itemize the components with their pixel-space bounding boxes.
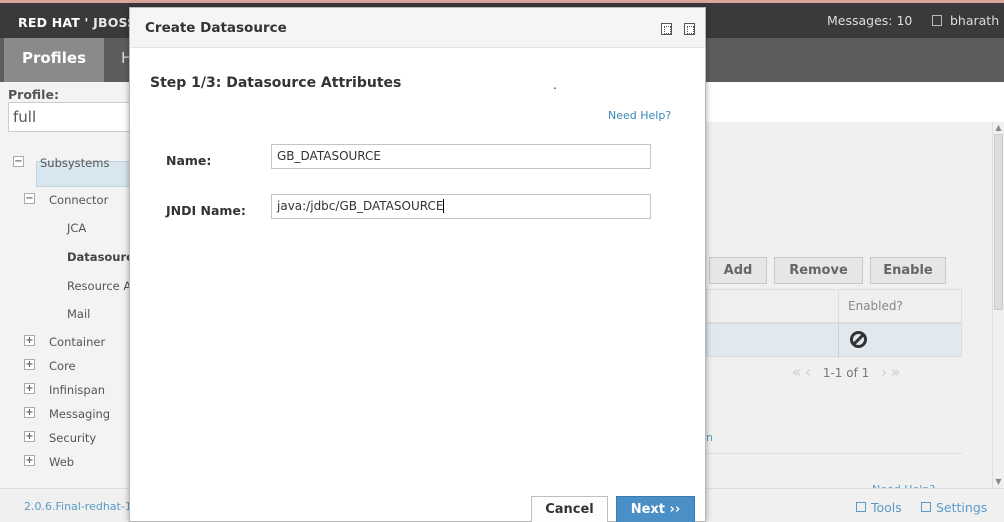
- messages-link[interactable]: Messages: 10: [827, 13, 912, 28]
- disabled-icon: [850, 331, 867, 348]
- divider: [706, 453, 962, 454]
- text-cursor: [443, 199, 445, 213]
- tree-item-resource-adapters[interactable]: Resource Ad: [67, 276, 138, 296]
- expand-icon[interactable]: +: [24, 383, 35, 394]
- next-button[interactable]: Next ››: [616, 496, 695, 522]
- profile-select[interactable]: full: [8, 102, 132, 132]
- expand-icon[interactable]: +: [24, 407, 35, 418]
- scroll-up-icon[interactable]: ▲: [994, 123, 1003, 133]
- scrollbar[interactable]: ▲ ▼: [992, 122, 1004, 488]
- background-link[interactable]: n: [706, 431, 713, 444]
- expand-icon[interactable]: +: [24, 431, 35, 442]
- add-button[interactable]: Add: [709, 257, 767, 284]
- settings-icon: [921, 502, 931, 512]
- name-field-value: GB_DATASOURCE: [277, 149, 381, 163]
- enable-button[interactable]: Enable: [870, 257, 946, 284]
- tree-item-connector[interactable]: Connector: [49, 190, 108, 210]
- tree-item-security[interactable]: Security: [49, 428, 96, 448]
- column-divider: [838, 290, 839, 324]
- cancel-button[interactable]: Cancel: [531, 496, 608, 522]
- profile-label: Profile:: [8, 87, 59, 102]
- table-row[interactable]: [706, 323, 962, 358]
- dialog-header[interactable]: Create Datasource: [130, 8, 705, 48]
- tree-item-web[interactable]: Web: [49, 452, 74, 472]
- collapse-icon[interactable]: −: [13, 156, 24, 167]
- create-datasource-dialog: Create Datasource Step 1/3: Datasource A…: [129, 7, 706, 522]
- tree-item-container[interactable]: Container: [49, 332, 105, 352]
- column-enabled[interactable]: Enabled?: [848, 299, 903, 313]
- tree-item-messaging[interactable]: Messaging: [49, 404, 110, 424]
- close-icon[interactable]: [684, 23, 695, 35]
- jndi-name-field[interactable]: java:/jdbc/GB_DATASOURCE: [271, 194, 651, 219]
- name-label: Name:: [166, 153, 212, 168]
- settings-link[interactable]: Settings: [921, 500, 987, 515]
- expand-icon[interactable]: +: [24, 335, 35, 346]
- brand-logo: RED HAT ' JBOSS: [18, 15, 137, 30]
- tree-item-subsystems[interactable]: Subsystems: [40, 153, 109, 173]
- name-field[interactable]: GB_DATASOURCE: [271, 144, 651, 169]
- stray-dot: .: [553, 78, 557, 92]
- user-name: bharath: [949, 13, 1000, 28]
- content-area: [706, 82, 1004, 488]
- dialog-title: Create Datasource: [145, 20, 287, 36]
- remove-button[interactable]: Remove: [774, 257, 863, 284]
- maximize-icon[interactable]: [661, 23, 672, 35]
- tools-icon: [856, 502, 866, 512]
- tab-profiles[interactable]: Profiles: [4, 38, 104, 82]
- tree-item-core[interactable]: Core: [49, 356, 76, 376]
- user-icon: [932, 15, 942, 26]
- table-header: Enabled?: [706, 289, 962, 324]
- expand-icon[interactable]: +: [24, 359, 35, 370]
- last-page-icon[interactable]: »: [891, 363, 900, 381]
- tools-label: Tools: [871, 500, 902, 515]
- tree-item-infinispan[interactable]: Infinispan: [49, 380, 105, 400]
- prev-page-icon[interactable]: ‹: [805, 363, 811, 381]
- settings-label: Settings: [936, 500, 988, 515]
- scroll-down-icon[interactable]: ▼: [994, 477, 1003, 487]
- jndi-name-label: JNDI Name:: [166, 203, 246, 218]
- pager: « ‹ 1-1 of 1 › »: [792, 363, 900, 381]
- column-divider: [838, 324, 839, 358]
- jndi-name-field-value: java:/jdbc/GB_DATASOURCE: [277, 199, 444, 213]
- pager-count: 1-1 of 1: [822, 366, 870, 380]
- tools-link[interactable]: Tools: [856, 500, 902, 515]
- next-page-icon[interactable]: ›: [881, 363, 887, 381]
- tree-item-jca[interactable]: JCA: [67, 218, 86, 238]
- tree-item-mail[interactable]: Mail: [67, 304, 90, 324]
- scrollbar-thumb[interactable]: [994, 134, 1003, 310]
- collapse-icon[interactable]: −: [24, 193, 35, 204]
- version-link[interactable]: 2.0.6.Final-redhat-1: [24, 500, 132, 513]
- step-title: Step 1/3: Datasource Attributes: [150, 75, 402, 91]
- need-help-link[interactable]: Need Help?: [608, 109, 671, 122]
- first-page-icon[interactable]: «: [792, 363, 801, 381]
- brand-redhat: RED HAT: [18, 15, 80, 30]
- expand-icon[interactable]: +: [24, 455, 35, 466]
- user-menu[interactable]: bharath: [932, 13, 999, 28]
